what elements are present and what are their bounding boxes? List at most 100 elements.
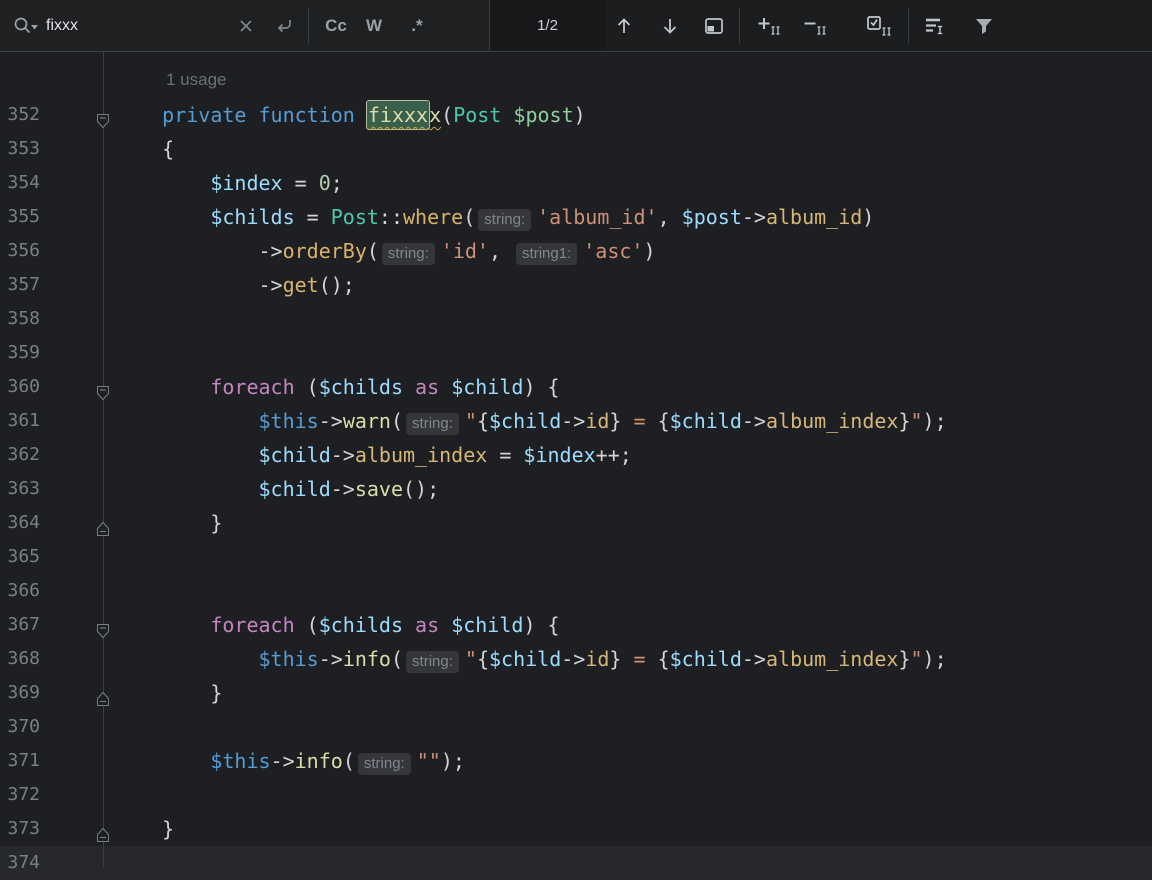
token-punct: ( [441,103,453,127]
fold-collapse-icon[interactable] [95,385,111,401]
token-punct: { [114,137,174,161]
inlay-hint: string: [406,651,459,673]
add-occurrence-icon[interactable] [757,16,781,36]
code-line[interactable]: 366 [0,574,1152,608]
token-punct: ( [343,749,355,773]
inlay-hint: string: [358,753,411,775]
filter-icon[interactable] [974,16,994,36]
code-line[interactable]: 357 ->get(); [0,268,1152,302]
line-number: 361 [0,404,40,438]
line-number: 366 [0,574,40,608]
token-this: $this [259,409,319,433]
fold-end-icon[interactable] [95,521,111,537]
token-var: $child [259,477,331,501]
search-in-selection-icon[interactable] [924,16,946,36]
token-str: " [465,409,477,433]
code-line[interactable]: 355 $childs = Post::where(string:'album_… [0,200,1152,234]
code-line[interactable]: 371 $this->info(string:""); [0,744,1152,778]
token-punct: (); [403,477,439,501]
open-in-find-window-icon[interactable] [704,17,724,35]
match-case-toggle[interactable]: Cc [321,16,351,36]
token-var: $child [489,647,561,671]
fold-collapse-icon[interactable] [95,113,111,129]
fold-marker[interactable] [95,107,111,123]
code-line[interactable]: 353 { [0,132,1152,166]
words-toggle[interactable]: W [359,16,389,36]
token-punct: ( [463,205,475,229]
code-editor[interactable]: 351 1 usage 352 private function fixxxx(… [0,52,1152,867]
token-var: $child [451,375,523,399]
code-line[interactable]: 369 } [0,676,1152,710]
token-prop: album_index [355,443,487,467]
token-var: $child [259,443,331,467]
code-line[interactable]: 370 [0,710,1152,744]
code-text: ->get(); [114,268,355,302]
prev-occurrence-icon[interactable] [616,16,632,36]
token-punct: :: [379,205,403,229]
regex-toggle[interactable]: .* [402,16,432,36]
code-line[interactable]: 352 private function fixxxx(Post $post) [0,98,1152,132]
token-fn: info [295,749,343,773]
fold-collapse-icon[interactable] [95,623,111,639]
token-punct: ( [295,375,319,399]
code-text: { [114,132,174,166]
search-input[interactable]: fixxx [46,17,78,35]
fold-marker[interactable] [95,821,111,837]
token-str: "" [417,749,441,773]
token-punct: = [295,205,331,229]
token-ctrl: as [403,375,451,399]
code-text: } [114,676,222,710]
toolbar-separator [308,8,309,44]
line-number: 365 [0,540,40,574]
next-occurrence-icon[interactable] [662,16,678,36]
code-line[interactable]: 361 $this->warn(string:"{$child->id} = {… [0,404,1152,438]
fold-marker[interactable] [95,515,111,531]
code-line[interactable]: 362 $child->album_index = $index++; [0,438,1152,472]
line-number: 369 [0,676,40,710]
match-count: 1/2 [537,17,558,34]
inlay-hint: string: [478,209,531,231]
code-line[interactable]: 359 [0,336,1152,370]
token-str: " [465,647,477,671]
code-line[interactable]: 354 $index = 0; [0,166,1152,200]
token-fn: info [343,647,391,671]
token-num: 0 [319,171,331,195]
toolbar-separator [908,8,909,44]
token-punct: -> [319,647,343,671]
token-punct: { [477,409,489,433]
code-line[interactable]: 372 [0,778,1152,812]
code-text: } [114,506,222,540]
fold-marker[interactable] [95,617,111,633]
token-punct: ); [923,409,947,433]
select-all-occurrences-icon[interactable] [866,15,892,37]
token-punct: = [283,171,319,195]
search-dropdown-icon[interactable] [12,14,40,38]
token-var: $childs [319,375,403,399]
token-punct: ); [923,647,947,671]
token-punct: ) [862,205,874,229]
code-lines: 352 private function fixxxx(Post $post)3… [0,98,1152,880]
code-line[interactable]: 360 foreach ($childs as $child) { [0,370,1152,404]
code-line[interactable]: 365 [0,540,1152,574]
token-fnst: where [403,205,463,229]
fold-marker[interactable] [95,379,111,395]
remove-occurrence-icon[interactable] [803,16,827,36]
code-line[interactable]: 358 [0,302,1152,336]
line-number: 356 [0,234,40,268]
code-text: $childs = Post::where(string:'album_id',… [114,200,874,234]
code-line[interactable]: 374 [0,846,1152,880]
usage-hint[interactable]: 1 usage [0,62,1152,98]
token-prop: id [585,409,609,433]
code-line[interactable]: 368 $this->info(string:"{$child->id} = {… [0,642,1152,676]
code-line[interactable]: 356 ->orderBy(string:'id', string1:'asc'… [0,234,1152,268]
fold-marker[interactable] [95,685,111,701]
code-line[interactable]: 364 } [0,506,1152,540]
code-line[interactable]: 373 } [0,812,1152,846]
fold-end-icon[interactable] [95,827,111,843]
token-punct: -> [561,409,585,433]
code-line[interactable]: 363 $child->save(); [0,472,1152,506]
clear-icon[interactable] [238,18,254,34]
newline-icon[interactable] [272,17,294,35]
fold-end-icon[interactable] [95,691,111,707]
code-line[interactable]: 367 foreach ($childs as $child) { [0,608,1152,642]
